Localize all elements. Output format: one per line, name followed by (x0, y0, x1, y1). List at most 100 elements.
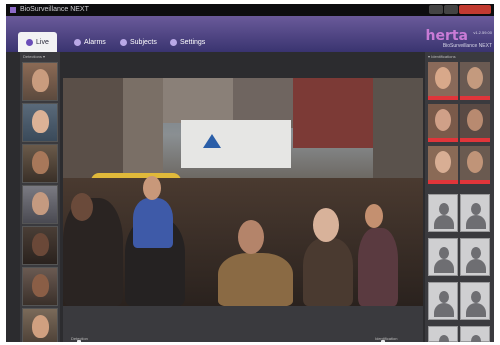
application-window: BioSurveillance NEXT Live Alarms Subject… (6, 4, 494, 342)
person (218, 253, 293, 306)
placeholder-person-icon (434, 303, 454, 317)
herta-logo: herta (425, 28, 468, 44)
tab-live[interactable]: Live (18, 32, 57, 52)
building (293, 78, 373, 148)
tab-label: Settings (180, 38, 206, 46)
app-icon (10, 7, 16, 13)
alert-label (460, 96, 490, 100)
version-label: v1.2.59.00 (473, 30, 492, 35)
alert-label (460, 138, 490, 142)
detections-panel: Detections ▾ (20, 52, 60, 342)
empty-identification-slot (460, 194, 490, 232)
maximize-button[interactable] (444, 5, 458, 14)
building (373, 78, 423, 178)
identified-face[interactable] (428, 146, 458, 184)
detection-thumbnail[interactable] (22, 144, 58, 183)
detection-thumbnail[interactable] (22, 62, 58, 101)
placeholder-person-icon (434, 215, 454, 229)
identification-slider-label: Identification (375, 336, 398, 341)
product-name: BioSurveillance NEXT (442, 43, 492, 49)
identifications-panel: ▾ Identifications (425, 52, 494, 342)
placeholder-person-icon (439, 291, 449, 303)
control-bar: Detection Identification (63, 306, 423, 342)
gear-icon (170, 38, 177, 46)
face-image (32, 274, 49, 297)
alert-label (428, 96, 458, 100)
tab-settings[interactable]: Settings (170, 32, 205, 52)
placeholder-person-icon (439, 335, 449, 342)
detections-header[interactable]: Detections ▾ (20, 52, 60, 61)
close-button[interactable] (459, 5, 491, 14)
truck-logo (203, 134, 221, 148)
placeholder-person-icon (434, 259, 454, 273)
detection-thumbnail[interactable] (22, 185, 58, 224)
identified-face[interactable] (460, 104, 490, 142)
identified-face[interactable] (460, 146, 490, 184)
tab-label: Live (36, 38, 49, 46)
face-image (32, 315, 49, 338)
identified-face[interactable] (428, 62, 458, 100)
identified-face[interactable] (460, 62, 490, 100)
slider-knob[interactable] (381, 340, 385, 342)
placeholder-person-icon (471, 247, 481, 259)
face-image (32, 110, 49, 133)
live-video-feed[interactable] (63, 78, 423, 306)
face-image (32, 233, 49, 256)
face-image (32, 69, 49, 92)
person-head (238, 220, 264, 254)
tab-label: Subjects (130, 38, 157, 46)
detection-thumbnail[interactable] (22, 308, 58, 342)
minimize-button[interactable] (429, 5, 443, 14)
camera-icon (26, 38, 33, 46)
placeholder-person-icon (466, 259, 486, 273)
face-image (435, 67, 451, 89)
placeholder-person-icon (466, 303, 486, 317)
empty-identification-slot (460, 282, 490, 320)
building (63, 78, 123, 178)
tab-alarms[interactable]: Alarms (74, 32, 106, 52)
detection-thumbnail[interactable] (22, 226, 58, 265)
building (123, 78, 163, 178)
building (163, 78, 233, 123)
subjects-icon (120, 38, 127, 46)
face-image (32, 151, 49, 174)
face-image (467, 67, 483, 89)
alert-label (428, 180, 458, 184)
nav-bar: Live Alarms Subjects Settings herta v1.2… (6, 16, 494, 52)
placeholder-person-icon (466, 215, 486, 229)
alert-label (460, 180, 490, 184)
person-head (71, 193, 93, 221)
person (303, 238, 353, 306)
slider-knob[interactable] (77, 340, 81, 342)
title-bar: BioSurveillance NEXT (6, 4, 494, 16)
person (133, 198, 173, 248)
identified-face[interactable] (428, 104, 458, 142)
empty-identification-slot (460, 326, 490, 342)
detection-thumbnail[interactable] (22, 267, 58, 306)
empty-identification-slot (460, 238, 490, 276)
person (358, 228, 398, 306)
placeholder-person-icon (471, 335, 481, 342)
face-image (435, 109, 451, 131)
alarm-icon (74, 38, 81, 46)
truck (181, 120, 291, 168)
placeholder-person-icon (471, 291, 481, 303)
detection-thumbnail[interactable] (22, 103, 58, 142)
empty-identification-slot (428, 326, 458, 342)
person-head (365, 204, 383, 228)
placeholder-person-icon (439, 247, 449, 259)
face-image (435, 151, 451, 173)
empty-identification-slot (428, 238, 458, 276)
window-title: BioSurveillance NEXT (20, 6, 89, 13)
placeholder-person-icon (471, 203, 481, 215)
face-image (467, 109, 483, 131)
tab-label: Alarms (84, 38, 106, 46)
identifications-header[interactable]: ▾ Identifications (425, 52, 494, 61)
placeholder-person-icon (439, 203, 449, 215)
empty-identification-slot (428, 194, 458, 232)
face-image (32, 192, 49, 215)
alert-label (428, 138, 458, 142)
face-image (467, 151, 483, 173)
tab-subjects[interactable]: Subjects (120, 32, 157, 52)
person-head (313, 208, 339, 242)
